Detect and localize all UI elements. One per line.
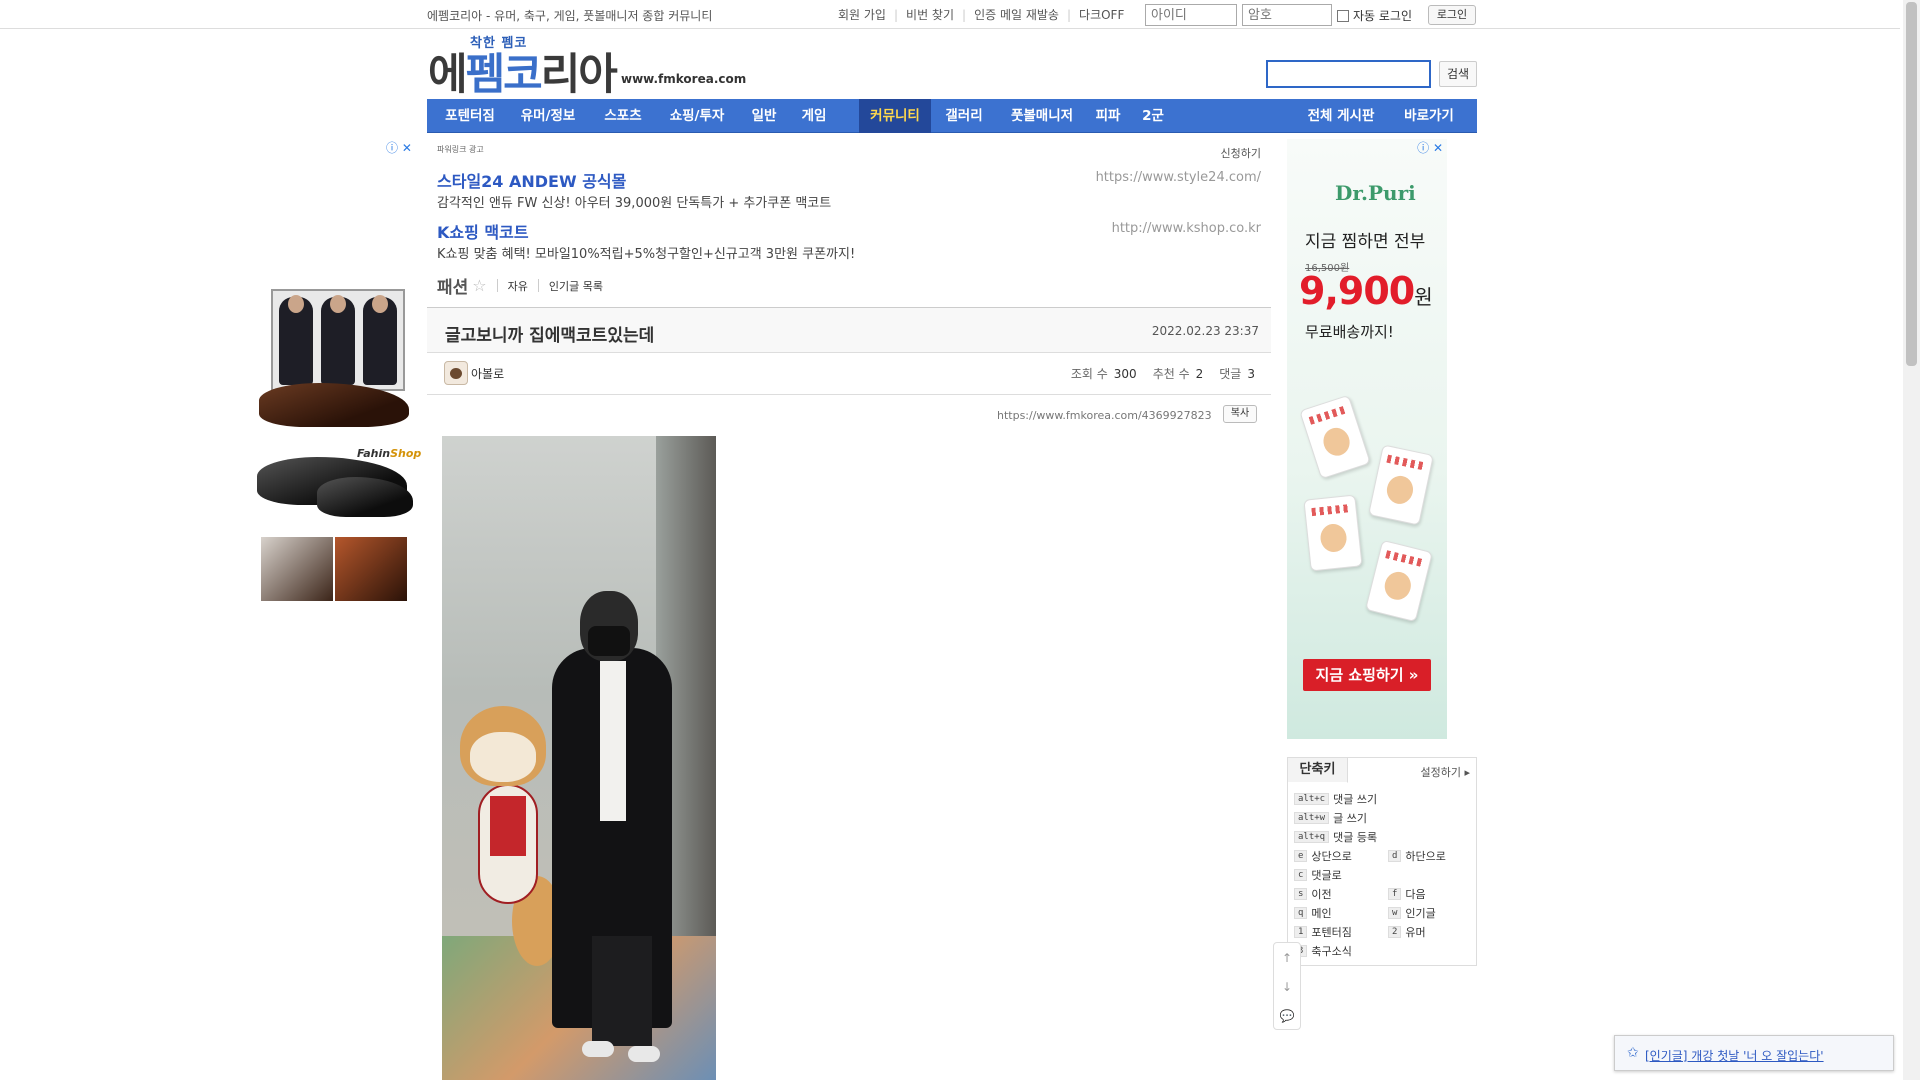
- shortcut-item: q 메인: [1294, 905, 1332, 921]
- shortcut-panel: 단축키 설정하기 ▸ alt+c 댓글 쓰기 alt+w 글 쓰기 alt+q 댓글 …: [1287, 757, 1477, 966]
- nav-item-sports[interactable]: 스포츠: [593, 99, 653, 133]
- nav-item-fifa[interactable]: 피파: [1087, 99, 1129, 133]
- post-stats: 조회 수 300 추천 수2 댓글 3: [1055, 365, 1255, 382]
- comment-icon[interactable]: 💬: [1274, 1002, 1300, 1030]
- board-header: 패션 ☆ 자유 인기글 목록: [437, 273, 613, 298]
- scrollbar-thumb[interactable]: [1906, 2, 1917, 366]
- nav-item-general[interactable]: 일반: [741, 99, 787, 133]
- shortcut-item: c 댓글로: [1294, 867, 1342, 883]
- password-input[interactable]: [1242, 4, 1332, 26]
- post-date: 2022.02.23 23:37: [1151, 324, 1259, 338]
- popular-list-link[interactable]: 인기글 목록: [549, 278, 603, 294]
- toast-link[interactable]: [인기글] 개강 첫날 '너 오 잘입는다': [1645, 1047, 1824, 1064]
- dark-mode-toggle[interactable]: 다크OFF: [1079, 6, 1124, 23]
- post-title: 글고보니까 집에맥코트있는데: [445, 326, 655, 346]
- nav-item-2nd[interactable]: 2군: [1133, 99, 1173, 133]
- mascot-figure: [460, 706, 562, 996]
- ad-brand-logo: Dr.Puri: [1335, 181, 1416, 205]
- right-ad-close-icon[interactable]: ⓘ ✕: [1417, 139, 1443, 156]
- comment-count: 댓글 3: [1219, 367, 1255, 381]
- shortcut-item: alt+q 댓글 등록: [1294, 829, 1377, 845]
- shortcut-tab[interactable]: 단축키: [1288, 758, 1348, 783]
- ad-price: 9,900원: [1299, 269, 1433, 313]
- site-logo[interactable]: 에펨코리아: [428, 40, 618, 102]
- search-button[interactable]: 검색: [1439, 61, 1477, 87]
- logo-part-c: 리아: [540, 50, 618, 100]
- floating-nav: ↑ ↓ 💬: [1273, 942, 1301, 1030]
- main-nav: 포텐터짐 유머/정보 스포츠 쇼핑/투자 일반 게임 커뮤니티 갤러리 풋볼매니…: [427, 99, 1477, 133]
- favorite-star-icon[interactable]: ☆: [472, 276, 486, 295]
- nav-item-game[interactable]: 게임: [791, 99, 837, 133]
- ad-url[interactable]: https://www.style24.com/: [1096, 170, 1261, 185]
- scroll-bottom-icon[interactable]: ↓: [1274, 973, 1300, 1001]
- ad-headline: 지금 찜하면 전부: [1305, 232, 1426, 252]
- shortcut-item: d 하단으로: [1388, 848, 1446, 864]
- logo-part-a: 에: [428, 50, 468, 100]
- post-header: 글고보니까 집에맥코트있는데 2022.02.23 23:37: [427, 307, 1271, 353]
- ad-description: K쇼핑 맞춤 혜택! 모바일10%적립+5%청구할인+신규고객 3만원 쿠폰까지…: [437, 247, 856, 262]
- login-button[interactable]: 로그인: [1428, 5, 1476, 25]
- top-bar: 에펨코리아 - 유머, 축구, 게임, 풋볼매니저 종합 커뮤니티 회원 가입 |…: [0, 0, 1900, 29]
- site-url: www.fmkorea.com: [621, 72, 747, 86]
- nav-item-gallery[interactable]: 갤러리: [935, 99, 993, 133]
- shortcut-item: alt+w 글 쓰기: [1294, 810, 1367, 826]
- shortcut-item: e 상단으로: [1294, 848, 1352, 864]
- scroll-top-icon[interactable]: ↑: [1274, 944, 1300, 972]
- left-shoe-ad[interactable]: FahinShop: [257, 287, 421, 602]
- ad-title[interactable]: 스타일24 ANDEW 공식몰: [437, 168, 626, 192]
- id-input[interactable]: [1145, 4, 1237, 26]
- recommend-count: 추천 수2: [1152, 367, 1204, 381]
- ad-models-photo: [271, 289, 405, 391]
- shortcut-item: w 인기글: [1388, 905, 1436, 921]
- shortcut-item: 2 유머: [1388, 924, 1426, 940]
- nav-item-community[interactable]: 커뮤니티: [859, 99, 931, 133]
- avatar[interactable]: [444, 361, 468, 385]
- shortcut-item: s 이전: [1294, 886, 1332, 902]
- popular-post-toast[interactable]: ✩ [인기글] 개강 첫날 '너 오 잘입는다': [1614, 1035, 1894, 1071]
- powerlink-label: 파워링크 광고: [437, 145, 484, 154]
- author-row: 아볼로 조회 수 300 추천 수2 댓글 3: [427, 353, 1271, 395]
- site-tagline: 에펨코리아 - 유머, 축구, 게임, 풋볼매니저 종합 커뮤니티: [427, 9, 713, 23]
- shortcut-item: f 다음: [1388, 886, 1426, 902]
- nav-item-poten[interactable]: 포텐터짐: [437, 99, 503, 133]
- nav-item-all-boards[interactable]: 전체 게시판: [1297, 99, 1385, 133]
- autologin-label: 자동 로그인: [1353, 9, 1413, 23]
- shortcut-settings-link[interactable]: 설정하기 ▸: [1421, 764, 1471, 780]
- post-photo[interactable]: [442, 436, 716, 1080]
- ad-title[interactable]: K쇼핑 맥코트: [437, 219, 529, 243]
- nav-item-fm[interactable]: 풋볼매니저: [1001, 99, 1083, 133]
- checkbox-icon: [1337, 9, 1349, 22]
- nav-item-shopping[interactable]: 쇼핑/투자: [657, 99, 737, 133]
- tag-free[interactable]: 자유: [508, 278, 528, 294]
- right-banner-ad[interactable]: ⓘ ✕ Dr.Puri 지금 찜하면 전부 16,500원 9,900원 무료배…: [1287, 139, 1447, 739]
- ad-description: 감각적인 앤듀 FW 신상! 아우터 39,000원 단독특가 + 추가쿠폰 맥…: [437, 196, 832, 211]
- post-permalink[interactable]: https://www.fmkorea.com/4369927823: [997, 409, 1212, 422]
- star-icon: ✩: [1627, 1045, 1639, 1061]
- account-links: 회원 가입 | 비번 찾기 | 인증 메일 재발송 | 다크OFF: [838, 6, 1125, 23]
- page: 에펨코리아 - 유머, 축구, 게임, 풋볼매니저 종합 커뮤니티 회원 가입 |…: [0, 0, 1920, 1080]
- board-title[interactable]: 패션: [437, 273, 468, 298]
- signup-link[interactable]: 회원 가입: [838, 6, 886, 23]
- autologin-checkbox[interactable]: 자동 로그인: [1337, 7, 1412, 24]
- ad-shop-now-button[interactable]: 지금 쇼핑하기 »: [1303, 659, 1431, 691]
- find-password-link[interactable]: 비번 찾기: [906, 6, 954, 23]
- copy-url-button[interactable]: 복사: [1223, 405, 1257, 423]
- author-name[interactable]: 아볼로: [471, 365, 504, 382]
- left-ad-close-icon[interactable]: ⓘ ✕: [386, 139, 412, 156]
- page-scrollbar[interactable]: [1903, 0, 1920, 1080]
- logo-part-b: 펨코: [465, 50, 543, 100]
- ad-url[interactable]: http://www.kshop.co.kr: [1112, 221, 1261, 236]
- shortcut-item: alt+c 댓글 쓰기: [1294, 791, 1377, 807]
- ad-apply-link[interactable]: 신청하기: [1221, 145, 1261, 161]
- nav-item-shortcut[interactable]: 바로가기: [1393, 99, 1465, 133]
- resend-email-link[interactable]: 인증 메일 재발송: [974, 6, 1059, 23]
- ad-brand-text: FahinShop: [357, 447, 422, 460]
- shortcut-item: 1 포텐터짐: [1294, 924, 1352, 940]
- view-count: 조회 수 300: [1070, 367, 1137, 381]
- search-input[interactable]: [1266, 60, 1431, 88]
- nav-item-humor[interactable]: 유머/정보: [507, 99, 589, 133]
- shortcut-item: 3축구소식: [1294, 943, 1352, 959]
- ad-shipping: 무료배송까지!: [1305, 323, 1394, 341]
